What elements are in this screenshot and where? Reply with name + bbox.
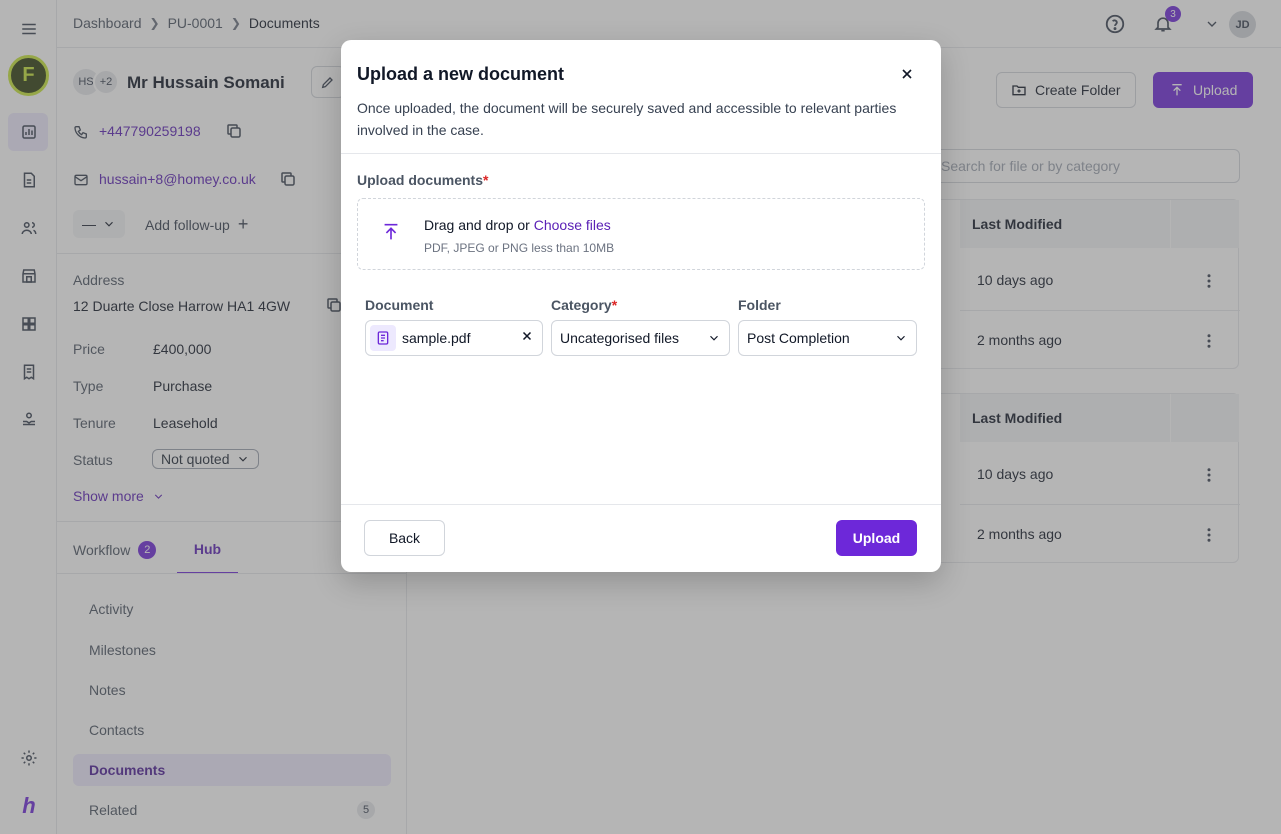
- back-button[interactable]: Back: [364, 520, 445, 556]
- folder-column-label: Folder: [738, 297, 781, 313]
- upload-documents-text: Upload documents: [357, 172, 484, 188]
- close-icon[interactable]: [897, 64, 917, 84]
- folder-select-value: Post Completion: [747, 330, 850, 346]
- category-select[interactable]: Uncategorised files: [551, 320, 730, 356]
- drag-drop-text: Drag and drop or: [424, 217, 530, 233]
- upload-document-modal: Upload a new document Once uploaded, the…: [341, 40, 941, 572]
- choose-files-link[interactable]: Choose files: [534, 217, 611, 233]
- category-text: Category: [551, 297, 612, 313]
- chevron-down-icon: [897, 335, 905, 341]
- document-column-label: Document: [365, 297, 434, 313]
- category-column-label: Category*: [551, 297, 617, 313]
- remove-file-icon[interactable]: [520, 329, 534, 346]
- modal-upload-button[interactable]: Upload: [836, 520, 917, 556]
- dropzone-text: Drag and drop or Choose files: [424, 217, 611, 233]
- modal-description: Once uploaded, the document will be secu…: [357, 100, 897, 138]
- chevron-down-icon: [710, 335, 718, 341]
- file-dropzone[interactable]: Drag and drop or Choose files PDF, JPEG …: [357, 198, 925, 270]
- upload-documents-label: Upload documents*: [357, 172, 488, 188]
- category-select-value: Uncategorised files: [560, 330, 680, 346]
- required-mark: *: [611, 297, 618, 313]
- document-file-chip: sample.pdf: [365, 320, 543, 356]
- file-text-icon: [370, 325, 396, 351]
- folder-select[interactable]: Post Completion: [738, 320, 917, 356]
- file-name: sample.pdf: [402, 330, 471, 346]
- required-mark: *: [483, 172, 489, 188]
- modal-title: Upload a new document: [357, 64, 565, 84]
- file-type-hint: PDF, JPEG or PNG less than 10MB: [424, 241, 615, 255]
- upload-icon: [380, 221, 402, 243]
